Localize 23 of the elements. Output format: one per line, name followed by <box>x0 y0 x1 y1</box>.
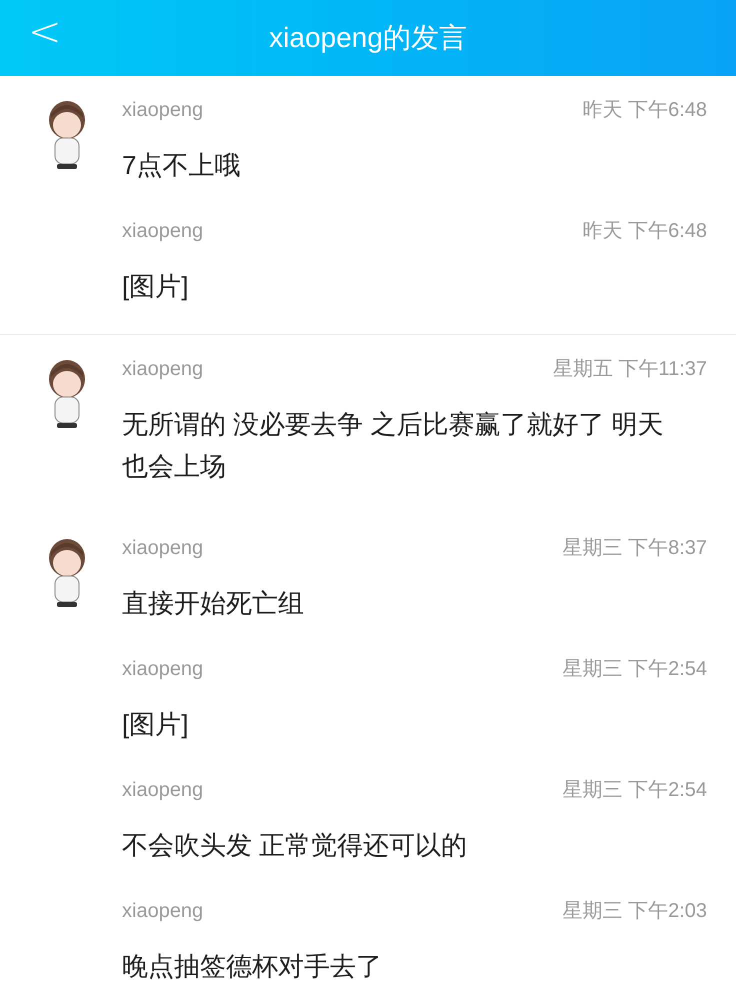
sender-name: xiaopeng <box>122 219 204 244</box>
message-time: 星期三 下午2:54 <box>562 657 707 682</box>
message-time: 星期五 下午11:37 <box>552 357 707 382</box>
message-text: 无所谓的 没必要去争 之后比赛赢了就好了 明天也会上场 <box>122 408 665 483</box>
message-text: 晚点抽签德杯对手去了 <box>122 950 383 983</box>
sender-name: xiaopeng <box>122 899 204 924</box>
back-button[interactable]: < <box>28 12 62 52</box>
message-text: 不会吹头发 正常觉得还可以的 <box>122 829 468 862</box>
sender-name: xiaopeng <box>122 98 204 123</box>
message-text: [图片] <box>122 708 190 741</box>
message-time: 昨天 下午6:48 <box>582 219 707 244</box>
message-text: [图片] <box>122 270 190 303</box>
message-text: 直接开始死亡组 <box>122 587 305 620</box>
message-text: 7点不上哦 <box>122 149 242 182</box>
message-time: 星期三 下午8:37 <box>562 536 707 561</box>
sender-name: xiaopeng <box>122 536 204 561</box>
sender-name: xiaopeng <box>122 657 204 682</box>
message-time: 星期三 下午2:03 <box>562 899 707 924</box>
page-title: xiaopeng的发言 <box>269 21 467 55</box>
message-time: 昨天 下午6:48 <box>582 98 707 123</box>
sender-name: xiaopeng <box>122 357 204 382</box>
message-time: 星期三 下午2:54 <box>562 778 707 803</box>
sender-name: xiaopeng <box>122 778 204 803</box>
